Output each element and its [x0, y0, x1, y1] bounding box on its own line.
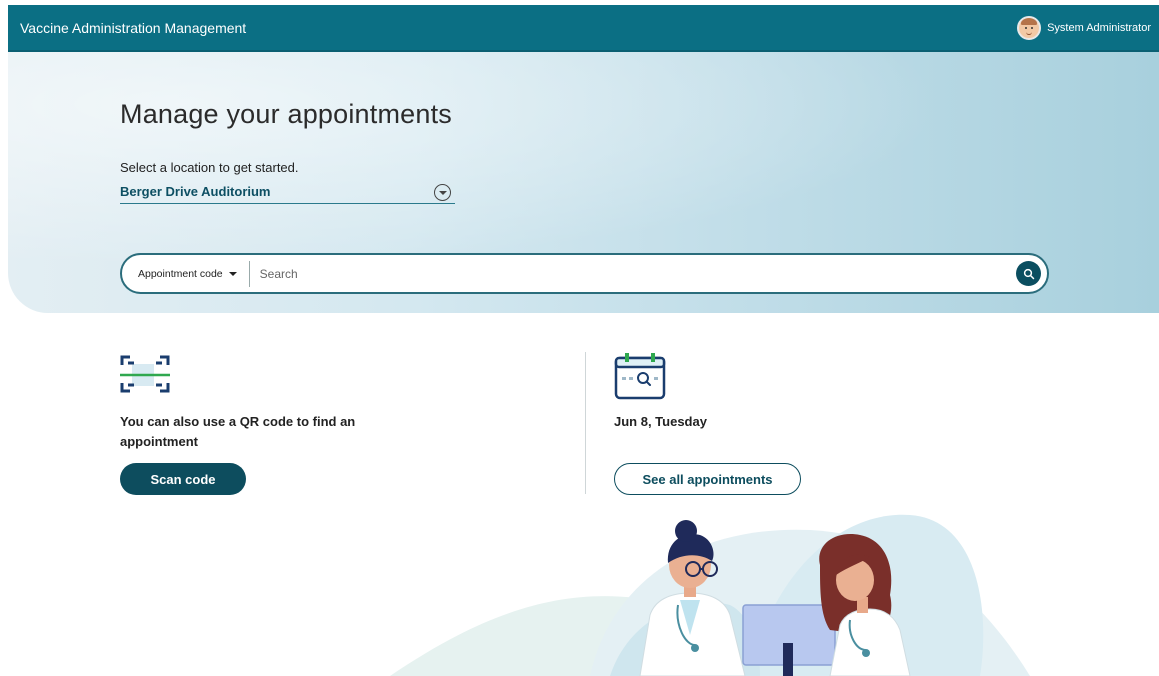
- see-all-appointments-button[interactable]: See all appointments: [614, 463, 801, 495]
- location-value: Berger Drive Auditorium: [120, 183, 271, 199]
- location-select[interactable]: Berger Drive Auditorium: [120, 179, 455, 204]
- search-bar: Appointment code: [120, 253, 1049, 294]
- scan-code-button[interactable]: Scan code: [120, 463, 246, 495]
- search-type-label: Appointment code: [138, 267, 223, 280]
- page-title: Manage your appointments: [120, 99, 453, 129]
- location-label: Select a location to get started.: [120, 160, 299, 175]
- avatar[interactable]: [1017, 15, 1042, 40]
- qr-scan-icon: [120, 355, 170, 393]
- app-title[interactable]: Vaccine Administration Management: [20, 20, 246, 36]
- caret-down-icon: [228, 271, 237, 276]
- chevron-down-icon[interactable]: [434, 183, 451, 201]
- appointment-date: Jun 8, Tuesday: [614, 414, 707, 429]
- qr-description: You can also use a QR code to find an ap…: [120, 414, 356, 449]
- divider: [585, 352, 586, 494]
- search-type-dropdown[interactable]: Appointment code: [138, 260, 250, 287]
- search-button[interactable]: [1016, 261, 1041, 286]
- doctors-illustration: [390, 514, 1030, 676]
- search-input[interactable]: [249, 266, 1016, 281]
- user-menu[interactable]: System Administrator: [1017, 15, 1151, 40]
- search-icon: [1023, 268, 1034, 279]
- top-app-bar: Vaccine Administration Management System…: [8, 5, 1159, 52]
- calendar-search-icon: [614, 353, 666, 400]
- user-name[interactable]: System Administrator: [1047, 22, 1151, 34]
